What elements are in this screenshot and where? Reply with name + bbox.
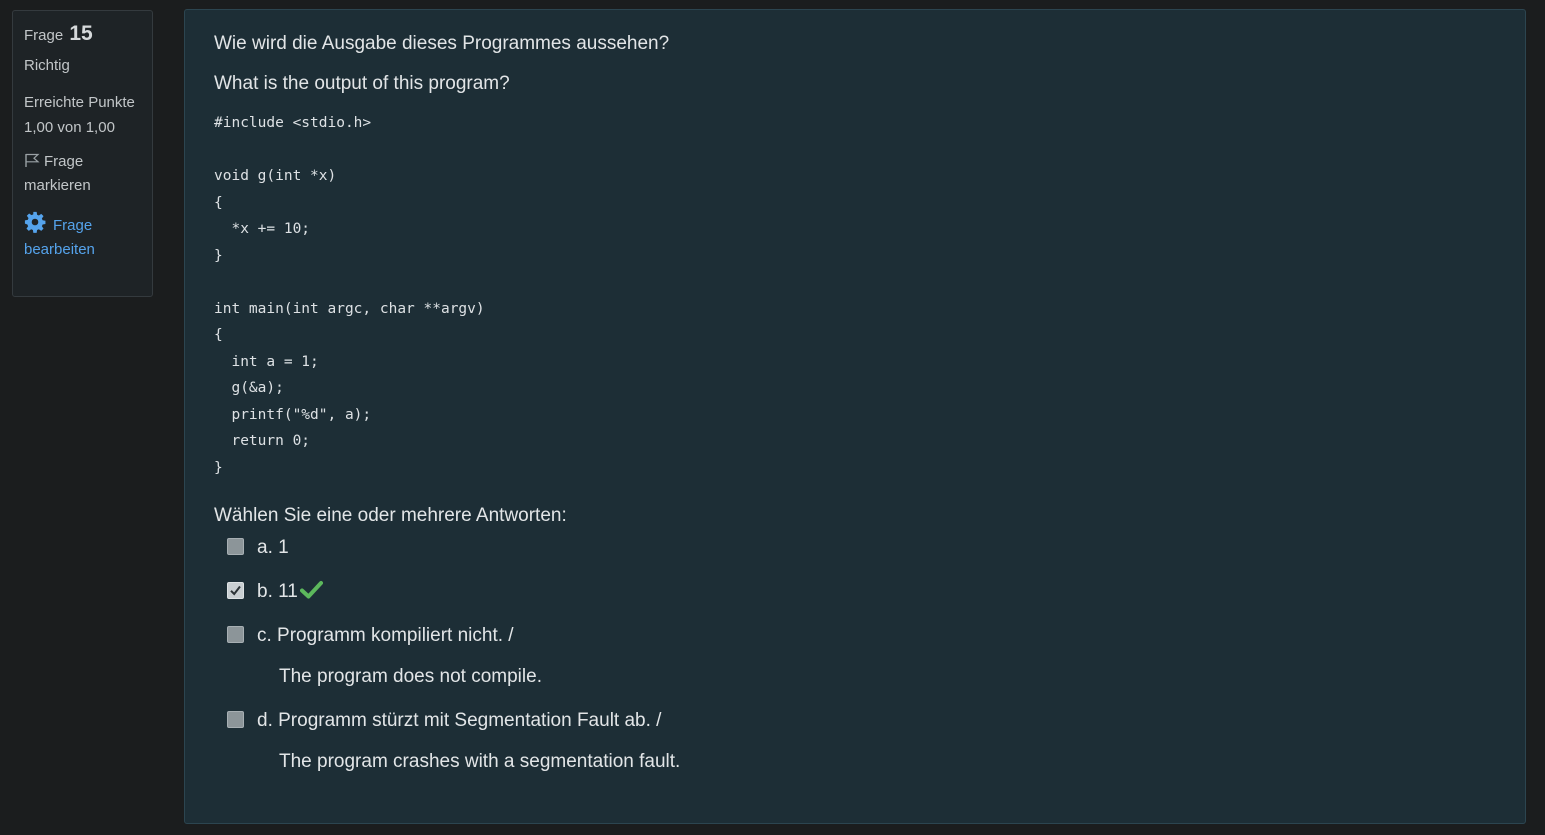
answer-label-c: c. Programm kompiliert nicht. / [257, 625, 514, 646]
answer-label-c-english: The program does not compile. [279, 666, 542, 687]
question-grade: Erreichte Punkte 1,00 von 1,00 [24, 94, 135, 136]
answer-option-b: b. 11 [214, 578, 1496, 606]
answer-checkbox-d[interactable] [227, 711, 244, 728]
question-content: Wie wird die Ausgabe dieses Programmes a… [184, 9, 1526, 824]
flag-icon [25, 153, 40, 167]
question-text-english: What is the output of this program? [214, 73, 510, 94]
question-info: Frage 15 Richtig Erreichte Punkte 1,00 v… [12, 10, 153, 297]
gear-icon [24, 211, 46, 233]
answer-option-c: c. Programm kompiliert nicht. / The prog… [214, 622, 1496, 691]
answer-list: a. 1 b. 11 c. Programm kompiliert nicht.… [214, 534, 1496, 776]
question-state: Richtig [24, 57, 70, 74]
answer-label-a: a. 1 [257, 537, 289, 558]
answer-label-b: b. 11 [257, 581, 298, 602]
question-number: Frage 15 [24, 21, 141, 49]
answer-label-d-english: The program crashes with a segmentation … [279, 751, 681, 772]
answer-option-d: d. Programm stürzt mit Segmentation Faul… [214, 707, 1496, 776]
answer-checkbox-a[interactable] [227, 538, 244, 555]
code-block: #include <stdio.h> void g(int *x) { *x +… [214, 115, 485, 476]
question-number-value: 15 [69, 22, 93, 45]
answer-label-d: d. Programm stürzt mit Segmentation Faul… [257, 710, 662, 731]
correct-tick-icon [299, 581, 323, 599]
answer-checkbox-c[interactable] [227, 626, 244, 643]
flag-question-link[interactable]: Frage markieren [24, 150, 141, 198]
edit-question-link[interactable]: Frage bearbeiten [24, 211, 141, 262]
question-label: Frage [24, 27, 64, 44]
answer-checkbox-b[interactable] [227, 582, 244, 599]
answer-prompt: Wählen Sie eine oder mehrere Antworten: [214, 505, 567, 526]
answer-option-a: a. 1 [214, 534, 1496, 562]
question-text-german: Wie wird die Ausgabe dieses Programmes a… [214, 33, 670, 54]
checkmark-icon [230, 585, 241, 596]
